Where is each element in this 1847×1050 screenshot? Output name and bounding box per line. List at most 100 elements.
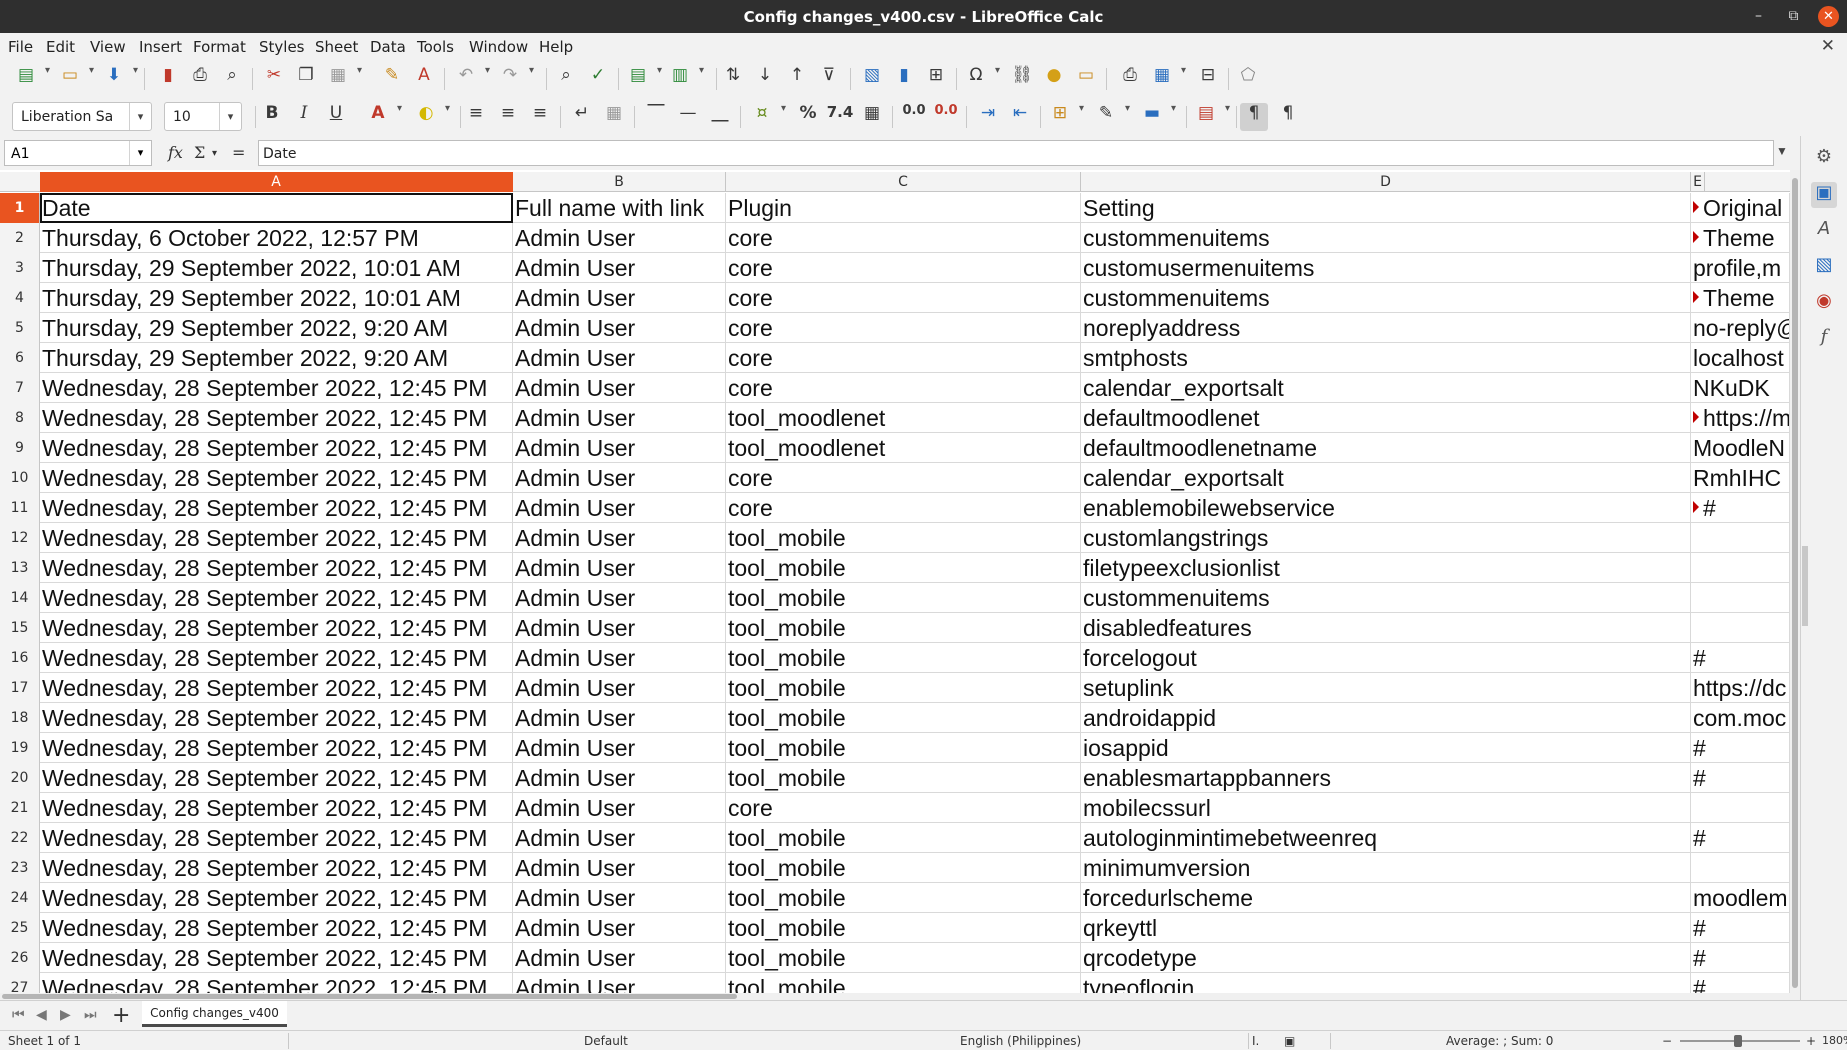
cell-date[interactable]: Thursday, 29 September 2022, 9:20 AM (40, 313, 513, 343)
cell-date[interactable]: Wednesday, 28 September 2022, 12:45 PM (40, 823, 513, 853)
cell-full-name[interactable]: Admin User (513, 643, 726, 673)
cell-plugin[interactable]: core (726, 283, 1081, 313)
sum-icon[interactable]: Σ (194, 143, 205, 162)
font-color-icon[interactable]: A (364, 103, 402, 131)
cell-full-name[interactable]: Admin User (513, 883, 726, 913)
find-replace-icon[interactable]: ⌕ (552, 65, 580, 93)
cell-date[interactable]: Wednesday, 28 September 2022, 12:45 PM (40, 883, 513, 913)
cell-date[interactable]: Wednesday, 28 September 2022, 12:45 PM (40, 733, 513, 763)
special-character-icon[interactable]: Ω (962, 65, 1001, 93)
highlight-color-icon[interactable]: ◐ (412, 103, 450, 131)
cell-original[interactable] (1691, 853, 1790, 883)
menu-file[interactable]: File (8, 38, 33, 56)
cell-full-name[interactable]: Admin User (513, 703, 726, 733)
cell-original[interactable]: Theme (1691, 223, 1790, 253)
sort-descending-icon[interactable]: ↑ (783, 65, 811, 93)
sheet-tab[interactable]: Config changes_v400 (142, 1001, 287, 1027)
cell-setting[interactable]: defaultmoodlenetname (1081, 433, 1691, 463)
print-preview-icon[interactable]: ⌕ (218, 65, 246, 93)
percent-format-icon[interactable]: % (794, 103, 822, 131)
menu-data[interactable]: Data (370, 38, 406, 56)
row-header[interactable]: 24 (0, 883, 40, 913)
cell-setting[interactable]: enablemobilewebservice (1081, 493, 1691, 523)
cell-original[interactable] (1691, 613, 1790, 643)
column-header-e[interactable]: E (1691, 172, 1705, 192)
row-header[interactable]: 8 (0, 403, 40, 433)
cell-date[interactable]: Wednesday, 28 September 2022, 12:45 PM (40, 523, 513, 553)
gear-icon[interactable]: ⚙ (1811, 146, 1837, 172)
cell-full-name[interactable]: Admin User (513, 433, 726, 463)
cell-date[interactable]: Wednesday, 28 September 2022, 12:45 PM (40, 913, 513, 943)
cell-full-name[interactable]: Admin User (513, 943, 726, 973)
cell-setting[interactable]: mobilecssurl (1081, 793, 1691, 823)
cell-setting[interactable]: disabledfeatures (1081, 613, 1691, 643)
column-header-c[interactable]: C (726, 172, 1081, 192)
function-wizard-icon[interactable]: fx (168, 143, 183, 162)
border-style-icon[interactable]: ✎ (1092, 103, 1130, 131)
minimize-button[interactable]: – (1748, 6, 1769, 27)
cell-date[interactable]: Wednesday, 28 September 2022, 12:45 PM (40, 583, 513, 613)
cell-full-name[interactable]: Admin User (513, 613, 726, 643)
cell-plugin[interactable]: tool_moodlenet (726, 433, 1081, 463)
split-window-icon[interactable]: ⊟ (1194, 65, 1222, 93)
cell-original[interactable]: com.moc (1691, 703, 1790, 733)
row-header[interactable]: 5 (0, 313, 40, 343)
cell-original[interactable]: Theme (1691, 283, 1790, 313)
cell-full-name[interactable]: Admin User (513, 733, 726, 763)
styles-icon[interactable]: A (1811, 218, 1837, 244)
chevron-down-icon[interactable]: ▾ (219, 103, 241, 130)
underline-icon[interactable]: U (322, 103, 350, 131)
cell-plugin[interactable]: tool_mobile (726, 643, 1081, 673)
row-header[interactable]: 27 (0, 973, 40, 993)
cell-setting[interactable]: filetypeexclusionlist (1081, 553, 1691, 583)
cell-date[interactable]: Wednesday, 28 September 2022, 12:45 PM (40, 703, 513, 733)
row-header[interactable]: 7 (0, 373, 40, 403)
cell-setting[interactable]: setuplink (1081, 673, 1691, 703)
cell-full-name[interactable]: Admin User (513, 553, 726, 583)
cell-setting[interactable]: noreplyaddress (1081, 313, 1691, 343)
cell-date[interactable]: Thursday, 29 September 2022, 10:01 AM (40, 253, 513, 283)
cell-date[interactable]: Wednesday, 28 September 2022, 12:45 PM (40, 403, 513, 433)
new-document-icon[interactable]: ▤ (12, 65, 50, 93)
cell-full-name[interactable]: Admin User (513, 493, 726, 523)
cell-full-name[interactable]: Admin User (513, 343, 726, 373)
cell-plugin[interactable]: tool_mobile (726, 613, 1081, 643)
cell-plugin[interactable]: tool_mobile (726, 523, 1081, 553)
name-box[interactable]: A1 ▾ (4, 140, 152, 166)
row-header[interactable]: 9 (0, 433, 40, 463)
currency-format-icon[interactable]: ¤ (748, 103, 786, 131)
row-header[interactable]: 6 (0, 343, 40, 373)
cell-plugin[interactable]: Plugin (726, 193, 1081, 223)
row-header[interactable]: 1 (0, 193, 40, 223)
horizontal-scrollbar[interactable] (0, 993, 1800, 1000)
cell-full-name[interactable]: Admin User (513, 973, 726, 993)
copy-icon[interactable]: ❐ (292, 65, 320, 93)
cell-plugin[interactable]: core (726, 253, 1081, 283)
date-format-icon[interactable]: ▦ (858, 103, 886, 131)
row-header[interactable]: 23 (0, 853, 40, 883)
paste-icon[interactable]: ▦ (324, 65, 362, 93)
column-icon[interactable]: ▥ (666, 65, 704, 93)
cell-original[interactable]: # (1691, 643, 1790, 673)
row-header[interactable]: 2 (0, 223, 40, 253)
cell-plugin[interactable]: tool_mobile (726, 733, 1081, 763)
cell-plugin[interactable]: tool_mobile (726, 973, 1081, 993)
italic-icon[interactable]: I (290, 103, 318, 131)
cell-plugin[interactable]: core (726, 373, 1081, 403)
cell-full-name[interactable]: Admin User (513, 913, 726, 943)
cell-full-name[interactable]: Admin User (513, 463, 726, 493)
print-icon[interactable]: ⎙ (186, 65, 214, 93)
cell-setting[interactable]: custommenuitems (1081, 223, 1691, 253)
cell-full-name[interactable]: Admin User (513, 673, 726, 703)
cell-original[interactable]: # (1691, 733, 1790, 763)
cell-date[interactable]: Wednesday, 28 September 2022, 12:45 PM (40, 793, 513, 823)
open-folder-icon[interactable]: ▭ (56, 65, 94, 93)
menu-insert[interactable]: Insert (139, 38, 182, 56)
cell-plugin[interactable]: core (726, 223, 1081, 253)
cell-setting[interactable]: custommenuitems (1081, 583, 1691, 613)
spelling-icon[interactable]: ✓ (584, 65, 612, 93)
row-header[interactable]: 14 (0, 583, 40, 613)
left-to-right-icon[interactable]: ¶ (1240, 103, 1268, 131)
cell-date[interactable]: Thursday, 29 September 2022, 9:20 AM (40, 343, 513, 373)
align-left-icon[interactable]: ≡ (462, 103, 490, 131)
